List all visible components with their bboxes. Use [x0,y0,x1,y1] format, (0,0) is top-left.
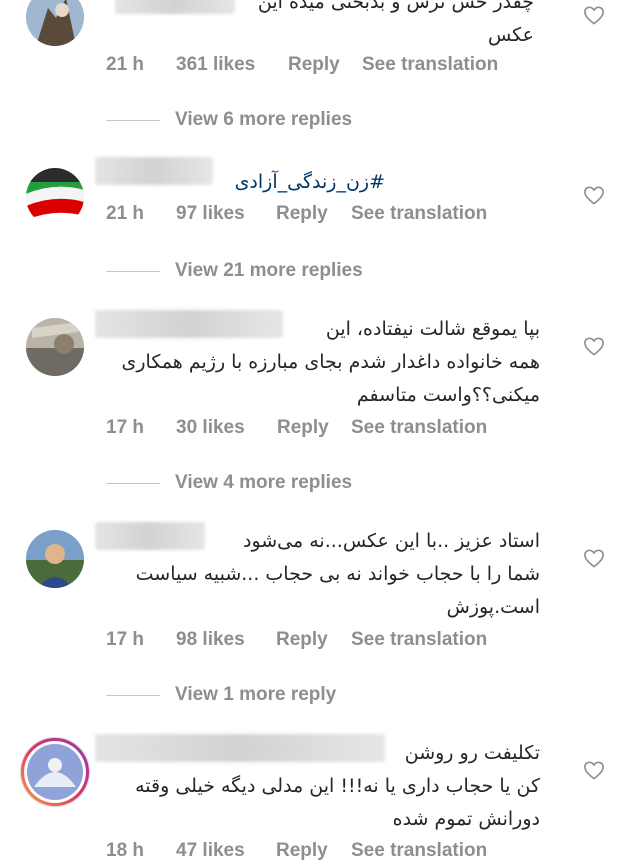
hashtag-link[interactable]: #زن_زندگی_آزادی [185,166,385,199]
heart-icon [584,761,604,780]
see-translation-button[interactable]: See translation [362,54,498,76]
like-button[interactable] [583,336,605,356]
heart-icon [584,549,604,568]
divider [106,270,160,272]
like-button[interactable] [583,5,605,25]
see-translation-button[interactable]: See translation [351,203,487,225]
view-more-replies[interactable]: View 6 more replies [106,108,352,132]
divider [106,482,160,484]
reply-button[interactable]: Reply [288,54,362,76]
likes-count[interactable]: 361 likes [176,54,288,76]
reply-button[interactable]: Reply [276,203,351,225]
comment-text: چقدر حس ترس و بدبختی میده این عکس [257,0,534,46]
timestamp: 21 h [106,203,145,224]
comment-meta: 18 h 47 likes Reply See translation [106,838,487,864]
timestamp: 17 h [106,629,145,650]
likes-count[interactable]: 30 likes [176,417,277,439]
see-translation-button[interactable]: See translation [351,417,487,439]
timestamp: 21 h [106,54,145,75]
like-button[interactable] [583,760,605,780]
like-button[interactable] [583,185,605,205]
timestamp: 17 h [106,417,145,438]
heart-icon [584,337,604,356]
comment-text: #زن_زندگی_آزادی [185,166,385,199]
reply-button[interactable]: Reply [276,629,351,651]
likes-count[interactable]: 47 likes [176,840,276,862]
comment-meta: 17 h 30 likes Reply See translation [106,415,487,441]
divider [106,694,160,696]
reply-button[interactable]: Reply [276,840,351,862]
heart-icon [584,186,604,205]
divider [106,119,160,121]
timestamp: 18 h [106,840,145,861]
avatar[interactable] [26,168,84,226]
comment-text: بپا یموقع شالت نیفتاده، این همه خانواده … [121,318,540,406]
comment-meta: 21 h 97 likes Reply See translation [106,201,487,227]
view-more-replies[interactable]: View 4 more replies [106,471,352,495]
like-button[interactable] [583,548,605,568]
heart-icon [584,6,604,25]
comment-text: استاد عزیز ..با این عکس...نه می‌شود شما … [135,530,540,618]
reply-button[interactable]: Reply [277,417,351,439]
comment-meta: 21 h 361 likes Reply See translation [106,52,498,78]
likes-count[interactable]: 97 likes [176,203,276,225]
see-translation-button[interactable]: See translation [351,629,487,651]
avatar[interactable] [26,0,84,46]
see-translation-button[interactable]: See translation [351,840,487,862]
view-more-replies[interactable]: View 1 more reply [106,683,336,707]
comment-meta: 17 h 98 likes Reply See translation [106,627,487,653]
likes-count[interactable]: 98 likes [176,629,276,651]
view-more-replies[interactable]: View 21 more replies [106,259,363,283]
comment-text: تکلیفت رو روشن کن یا حجاب داری یا نه!!! … [135,742,540,830]
